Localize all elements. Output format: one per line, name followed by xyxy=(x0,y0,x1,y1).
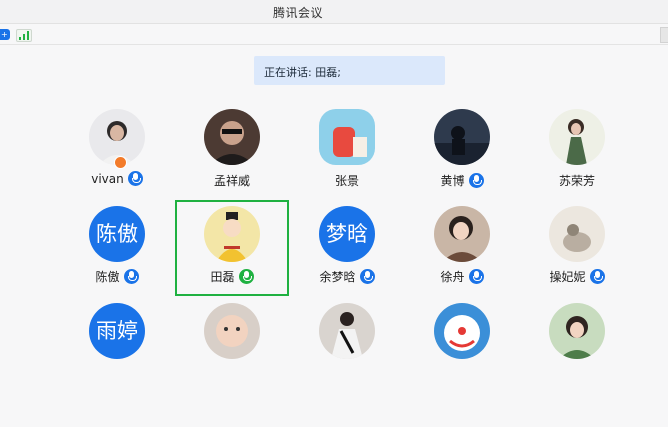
participant-tile-suit[interactable] xyxy=(290,297,404,393)
security-shield-icon[interactable]: + xyxy=(0,29,10,40)
participant-tile-zhangjing[interactable]: 张景 xyxy=(290,103,404,199)
participant-tile-mengxiangwei[interactable]: 孟祥威 xyxy=(175,103,289,199)
participant-name: 操妃妮 xyxy=(549,270,586,284)
microphone-icon xyxy=(127,171,143,186)
participant-tile-xuzhou[interactable]: 徐舟 xyxy=(405,200,519,296)
participant-tile-yuting[interactable]: 雨婷 xyxy=(60,297,174,393)
participant-tile-tianlei[interactable]: 田磊 xyxy=(175,200,289,296)
avatar xyxy=(549,109,605,165)
avatar xyxy=(204,109,260,165)
participant-name: vivan xyxy=(91,172,124,186)
participant-tile-surongfang[interactable]: 苏荣芳 xyxy=(520,103,634,199)
participant-tile-green[interactable] xyxy=(520,297,634,393)
participant-name: 陈傲 xyxy=(95,270,120,284)
avatar xyxy=(434,109,490,165)
microphone-icon xyxy=(589,269,605,284)
participant-tile-doraemon[interactable] xyxy=(405,297,519,393)
participant-name: 田磊 xyxy=(210,270,235,284)
participant-tile-vivan[interactable]: vivan xyxy=(60,103,174,199)
participant-name: 孟祥威 xyxy=(213,174,250,188)
microphone-icon xyxy=(123,269,139,284)
microphone-icon xyxy=(468,173,484,188)
participant-name: 张景 xyxy=(334,174,359,188)
avatar xyxy=(434,206,490,262)
microphone-icon xyxy=(359,269,375,284)
meeting-toolbar: + xyxy=(0,24,668,45)
side-panel-toggle[interactable] xyxy=(660,27,668,43)
participant-name: 黄博 xyxy=(440,174,465,188)
microphone-icon xyxy=(468,269,484,284)
participant-tile-chenao[interactable]: 陈傲 陈傲 xyxy=(60,200,174,296)
participant-name: 苏荣芳 xyxy=(558,174,595,188)
window-title: 腾讯会议 xyxy=(273,6,324,20)
host-badge-icon xyxy=(114,156,127,169)
participant-tile-huangbo[interactable]: 黄博 xyxy=(405,103,519,199)
participant-tile-yumenghan[interactable]: 梦晗 余梦晗 xyxy=(290,200,404,296)
participant-tile-caofeini[interactable]: 操妃妮 xyxy=(520,200,634,296)
participant-name: 余梦晗 xyxy=(319,270,356,284)
network-signal-icon[interactable] xyxy=(16,29,32,42)
avatar xyxy=(204,206,260,262)
speaking-banner-text: 正在讲话: 田磊; xyxy=(264,66,341,79)
avatar xyxy=(204,303,260,359)
participant-tile-baby[interactable] xyxy=(175,297,289,393)
title-bar: 腾讯会议 xyxy=(0,0,668,24)
avatar xyxy=(319,303,375,359)
microphone-icon xyxy=(238,269,254,284)
avatar xyxy=(434,303,490,359)
speaking-banner: 正在讲话: 田磊; xyxy=(254,56,445,85)
avatar xyxy=(549,206,605,262)
avatar: 陈傲 xyxy=(89,206,145,262)
avatar: 梦晗 xyxy=(319,206,375,262)
avatar xyxy=(319,109,375,165)
avatar xyxy=(549,303,605,359)
participant-name: 徐舟 xyxy=(440,270,465,284)
avatar: 雨婷 xyxy=(89,303,145,359)
